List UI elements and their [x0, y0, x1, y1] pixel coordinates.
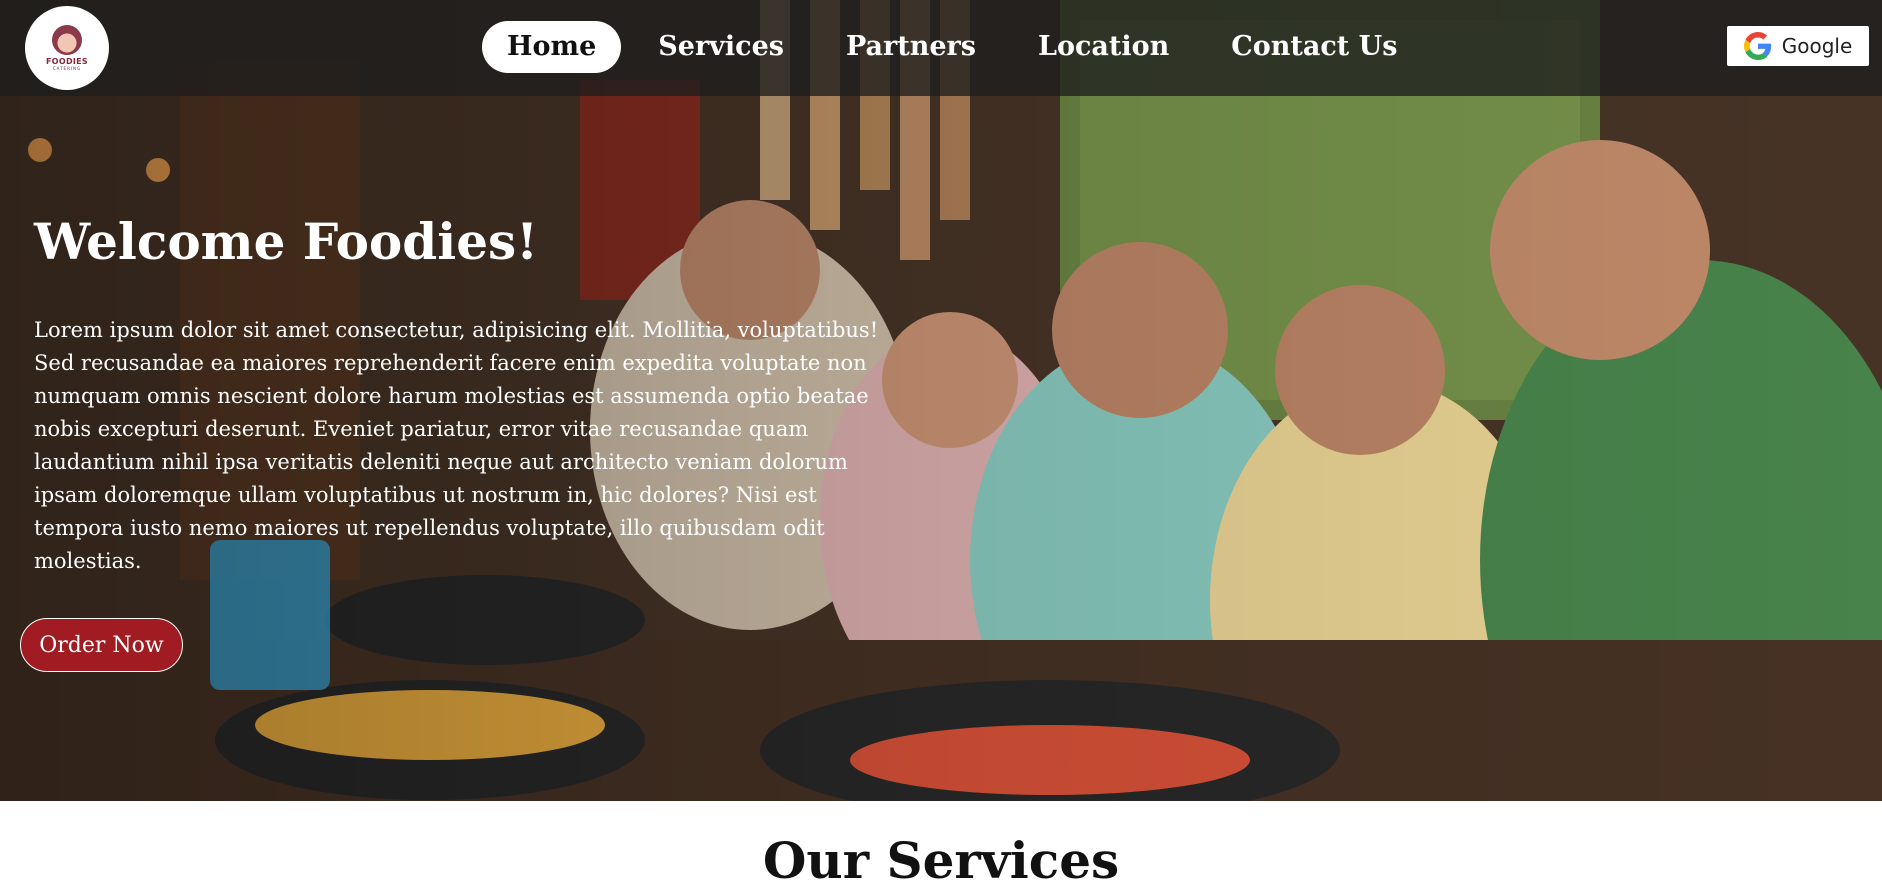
nav-partners[interactable]: Partners — [821, 21, 1001, 73]
google-button-label: Google — [1781, 34, 1853, 58]
logo-subtitle: CATERING — [52, 66, 82, 71]
services-section-title: Our Services — [762, 831, 1120, 890]
nav-home[interactable]: Home — [482, 21, 622, 73]
google-signin-button[interactable]: Google — [1725, 24, 1871, 68]
nav-location[interactable]: Location — [1013, 21, 1194, 73]
hero-title: Welcome Foodies! — [34, 212, 539, 271]
google-g-icon — [1743, 32, 1771, 60]
nav-services[interactable]: Services — [633, 21, 809, 73]
main-nav: Home Services Partners Location Contact … — [482, 21, 1434, 73]
nav-contact-us[interactable]: Contact Us — [1206, 21, 1422, 73]
logo-name: FOODIES — [45, 57, 88, 66]
hero-description: Lorem ipsum dolor sit amet consectetur, … — [34, 318, 879, 573]
top-navbar: FOODIES CATERING Home Services Partners … — [0, 0, 1882, 96]
chef-icon — [52, 25, 82, 55]
order-now-button[interactable]: Order Now — [20, 618, 183, 672]
brand-logo[interactable]: FOODIES CATERING — [25, 6, 109, 90]
